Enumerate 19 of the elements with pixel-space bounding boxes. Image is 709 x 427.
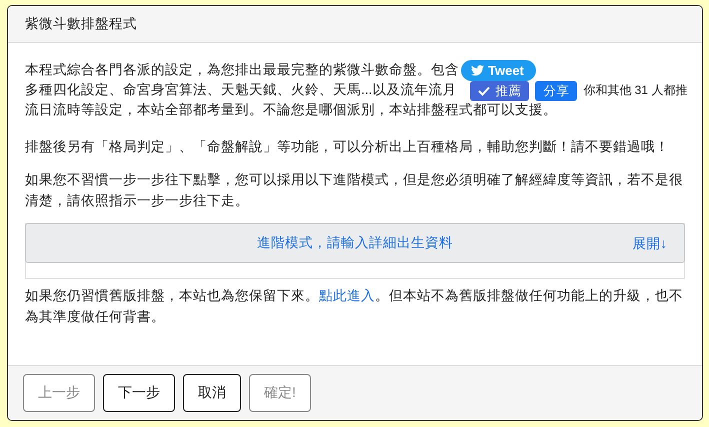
paragraph-text: 如果您不習慣一步一步往下點擊，您可以採用以下進階模式，但是您必須明確了解經緯度等資訊，若不是很清楚，請依照指示一步一步往下走。	[25, 171, 684, 210]
footer-button[interactable]: 取消	[183, 374, 241, 412]
panel-header[interactable]: 進階模式，請輸入詳細出生資料 展開↓	[25, 223, 685, 263]
old-version-link[interactable]: 點此進入	[319, 288, 375, 303]
share-button[interactable]: 分享	[535, 81, 578, 101]
check-icon	[478, 86, 490, 96]
dialog-title: 紫微斗數排盤程式	[25, 15, 137, 33]
recommend-count: 你和其他 31 人都推	[583, 82, 688, 98]
footer-button[interactable]: 下一步	[103, 374, 175, 412]
expand-link[interactable]: 展開↓	[632, 235, 667, 253]
recommend-button[interactable]: 推薦	[470, 81, 530, 101]
bird-icon	[471, 64, 484, 76]
tweet-button[interactable]: Tweet	[461, 60, 536, 80]
paragraph-text: 排盤後另有「格局判定」、「命盤解說」等功能，可以分析出上百種格局，輔助您判斷！請不要錯過哦！	[25, 138, 670, 156]
paragraph-text: 如果您仍習慣舊版排盤，本站也為您保留下來。點此進入。但本站不為舊版排盤做任何功能上的升級，也不為其準度做任何背書。	[25, 287, 684, 326]
paragraph-text: 本程式綜合各門各派的設定，為您排出最最完整的紫微斗數命盤。包含	[25, 61, 459, 79]
paragraph-text: 流日流時等設定，本站全部都考量到。不論您是哪個派別，本站排盤程式都可以支援。	[25, 101, 557, 119]
panel-title[interactable]: 進階模式，請輸入詳細出生資料	[257, 234, 453, 252]
paragraph-text: 多種四化設定、命宮身宮算法、天魁天鉞、火鈴、天馬...以及流年流月	[25, 81, 456, 99]
